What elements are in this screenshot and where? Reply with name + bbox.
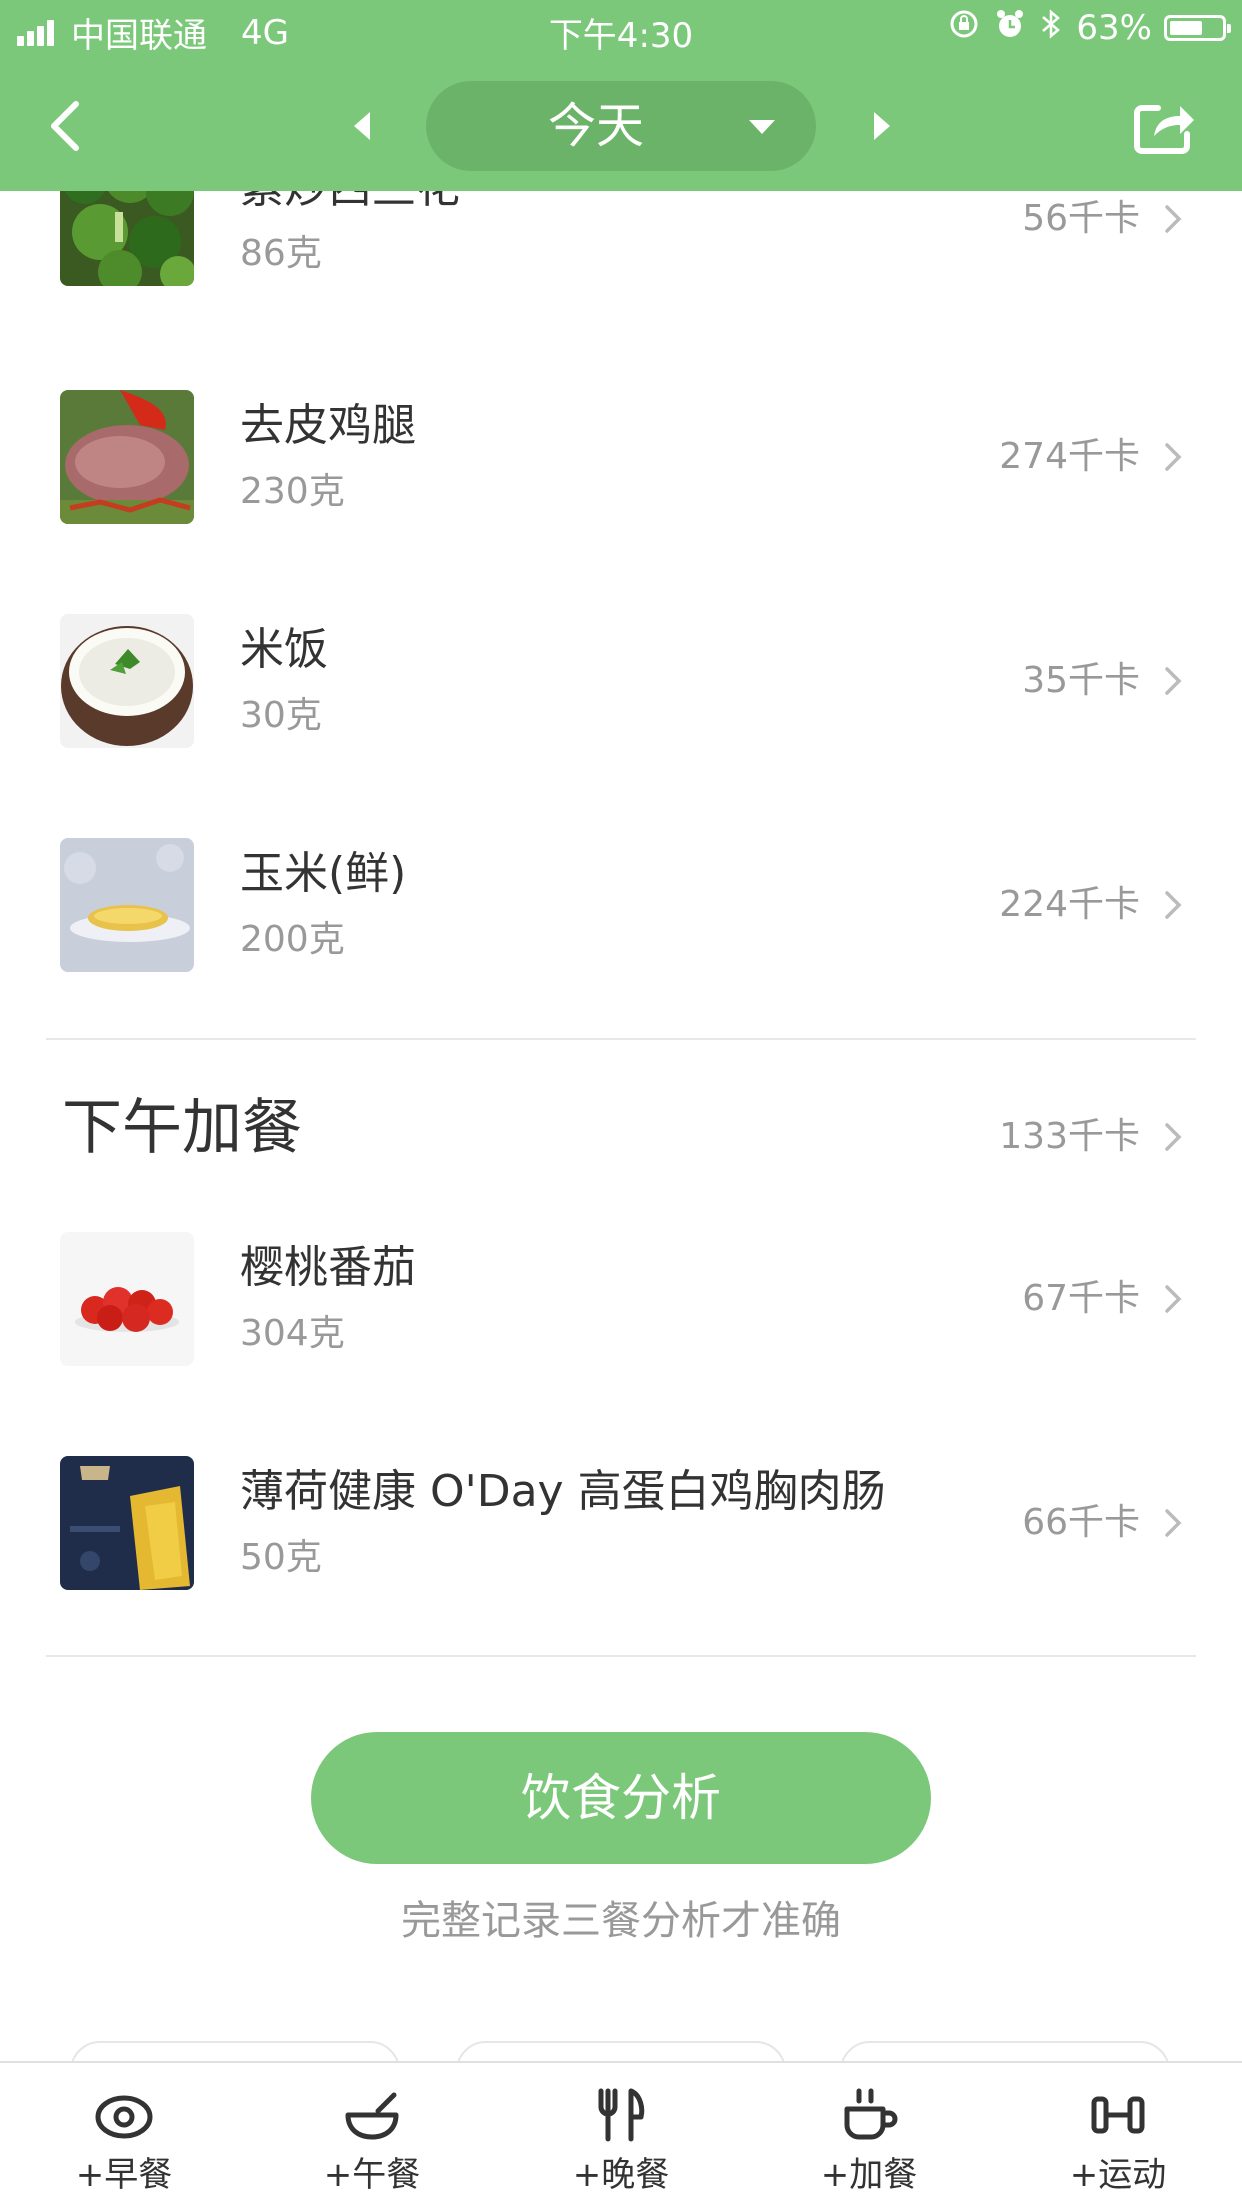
rice-bowl-photo <box>60 614 194 748</box>
status-bar: 中国联通 4G 下午4:30 63% <box>0 0 1242 62</box>
bluetooth-icon <box>1040 8 1062 48</box>
meal-content: 素炒西兰花 86克 56千卡 去皮鸡腿 230克 274千卡 <box>0 191 1242 2061</box>
triangle-left-icon[interactable] <box>348 108 376 144</box>
food-weight: 50克 <box>240 1537 322 1578</box>
chevron-left-icon[interactable] <box>42 96 92 156</box>
chevron-right-icon <box>1165 891 1182 919</box>
food-weight: 30克 <box>240 695 322 736</box>
food-name: 薄荷健康 O'Day 高蛋白鸡胸肉肠 <box>240 1466 886 1517</box>
tab-add-breakfast[interactable]: +早餐 <box>0 2063 248 2208</box>
food-name: 去皮鸡腿 <box>240 400 416 451</box>
triangle-right-icon[interactable] <box>868 108 896 144</box>
food-name: 素炒西兰花 <box>240 191 460 214</box>
food-item[interactable]: 樱桃番茄 304克 67千卡 <box>0 1232 1242 1372</box>
food-item[interactable]: 玉米(鲜) 200克 224千卡 <box>0 838 1242 978</box>
chevron-right-icon <box>1165 667 1182 695</box>
partial-card <box>840 2041 1170 2061</box>
food-item[interactable]: 去皮鸡腿 230克 274千卡 <box>0 390 1242 530</box>
food-kcal: 224千卡 <box>999 884 1140 925</box>
tab-add-exercise[interactable]: +运动 <box>994 2063 1242 2208</box>
tab-label: +早餐 <box>75 2155 173 2195</box>
section-kcal: 133千卡 <box>999 1116 1140 1157</box>
sausage-package-photo <box>60 1456 194 1590</box>
bottom-tab-bar: +早餐 +午餐 +晚餐 +加餐 +运动 <box>0 2061 1242 2208</box>
food-name: 米饭 <box>240 624 328 675</box>
food-weight: 230克 <box>240 471 345 512</box>
coffee-cup-icon <box>844 2088 898 2140</box>
dumbbell-icon <box>1091 2096 1145 2134</box>
food-kcal: 274千卡 <box>999 436 1140 477</box>
food-item[interactable]: 米饭 30克 35千卡 <box>0 614 1242 754</box>
cherry-tomato-photo <box>60 1232 194 1366</box>
section-title: 下午加餐 <box>62 1093 302 1163</box>
alarm-icon <box>994 8 1026 48</box>
food-kcal: 66千卡 <box>1022 1502 1140 1543</box>
partial-card <box>70 2041 400 2061</box>
tab-label: +运动 <box>1069 2155 1167 2195</box>
tab-label: +午餐 <box>323 2155 421 2195</box>
date-selector[interactable]: 今天 <box>426 81 816 171</box>
food-weight: 200克 <box>240 919 345 960</box>
egg-icon <box>95 2095 153 2139</box>
battery-icon <box>1164 15 1231 41</box>
date-label: 今天 <box>547 98 644 154</box>
chicken-leg-photo <box>60 390 194 524</box>
food-name: 玉米(鲜) <box>240 848 407 899</box>
food-kcal: 56千卡 <box>1022 198 1140 239</box>
bowl-icon <box>345 2092 399 2140</box>
chevron-right-icon <box>1165 1285 1182 1313</box>
rotation-lock-icon <box>948 8 980 48</box>
chevron-right-icon <box>1165 1123 1182 1151</box>
tab-add-dinner[interactable]: +晚餐 <box>497 2063 745 2208</box>
food-weight: 86克 <box>240 233 322 274</box>
section-divider <box>46 1038 1196 1040</box>
food-weight: 304克 <box>240 1313 345 1354</box>
app-header: 中国联通 4G 下午4:30 63% 今天 <box>0 0 1242 191</box>
share-icon[interactable] <box>1132 98 1196 156</box>
corn-photo <box>60 838 194 972</box>
chevron-right-icon <box>1165 443 1182 471</box>
food-item[interactable]: 素炒西兰花 86克 56千卡 <box>0 191 1242 292</box>
caret-down-icon <box>749 120 775 134</box>
fork-knife-icon <box>598 2088 645 2142</box>
analysis-hint: 完整记录三餐分析才准确 <box>401 1898 841 1944</box>
food-kcal: 35千卡 <box>1022 660 1140 701</box>
broccoli-photo <box>60 191 194 286</box>
food-item[interactable]: 薄荷健康 O'Day 高蛋白鸡胸肉肠 50克 66千卡 <box>0 1456 1242 1596</box>
nav-bar: 今天 <box>0 62 1242 191</box>
food-name: 樱桃番茄 <box>240 1242 416 1293</box>
tab-label: +晚餐 <box>572 2155 670 2195</box>
tab-add-lunch[interactable]: +午餐 <box>248 2063 496 2208</box>
status-right: 63% <box>948 8 1231 48</box>
food-kcal: 67千卡 <box>1022 1278 1140 1319</box>
partial-card <box>456 2041 786 2061</box>
chevron-right-icon <box>1165 205 1182 233</box>
diet-analysis-button[interactable]: 饮食分析 <box>311 1732 931 1864</box>
battery-percent: 63% <box>1076 8 1152 48</box>
chevron-right-icon <box>1165 1509 1182 1537</box>
tab-add-snack[interactable]: +加餐 <box>745 2063 993 2208</box>
section-divider <box>46 1655 1196 1657</box>
tab-label: +加餐 <box>820 2155 918 2195</box>
